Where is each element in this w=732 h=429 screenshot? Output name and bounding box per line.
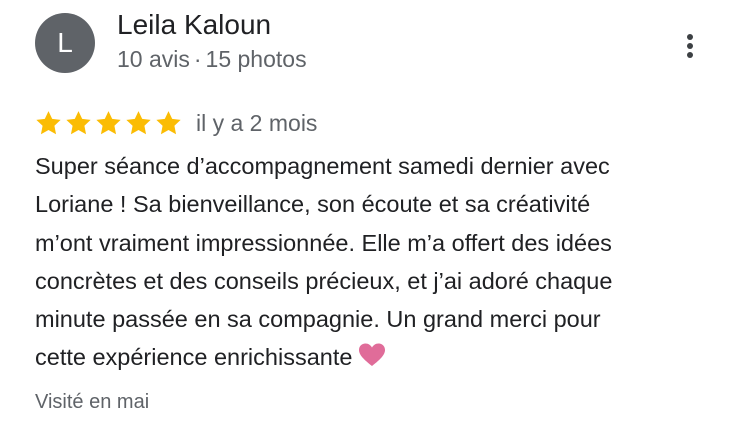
pink-heart-icon — [358, 341, 386, 379]
rating-row: il y a 2 mois — [34, 106, 317, 140]
photo-count: 15 photos — [205, 46, 307, 72]
star-icon — [96, 110, 121, 134]
star-icon — [156, 110, 181, 134]
review-card: L Leila Kaloun 10 avis · 15 photos il y a … — [0, 0, 732, 429]
more-options-button[interactable] — [674, 30, 706, 62]
star-icon — [66, 110, 91, 134]
avatar-initial: L — [57, 27, 73, 58]
review-count: 10 avis — [117, 46, 190, 72]
reviewer-stats: 10 avis · 15 photos — [117, 44, 307, 74]
review-text-line: concrètes et des conseils précieux, et j… — [35, 267, 613, 294]
review-date: il y a 2 mois — [196, 110, 318, 136]
reviewer-name[interactable]: Leila Kaloun — [117, 8, 271, 42]
review-text-line: Super séance d’accompagnement samedi der… — [35, 153, 610, 179]
star-icon — [36, 110, 61, 134]
review-text-line: m’ont vraiment impressionnée. Elle m’a o… — [35, 229, 612, 256]
visit-date: Visité en mai — [35, 391, 150, 413]
stats-separator: · — [193, 46, 202, 72]
review-text-line: cette expérience enrichissante — [35, 344, 353, 371]
star-icon — [126, 110, 151, 134]
review-text-line: Loriane ! Sa bienveillance, son écoute e… — [35, 191, 591, 218]
review-text-line: minute passée en sa compagnie. Un grand … — [35, 306, 601, 333]
review-text: Super séance d’accompagnement samedi der… — [35, 147, 725, 380]
avatar[interactable]: L — [35, 13, 95, 73]
star-rating — [34, 109, 184, 138]
